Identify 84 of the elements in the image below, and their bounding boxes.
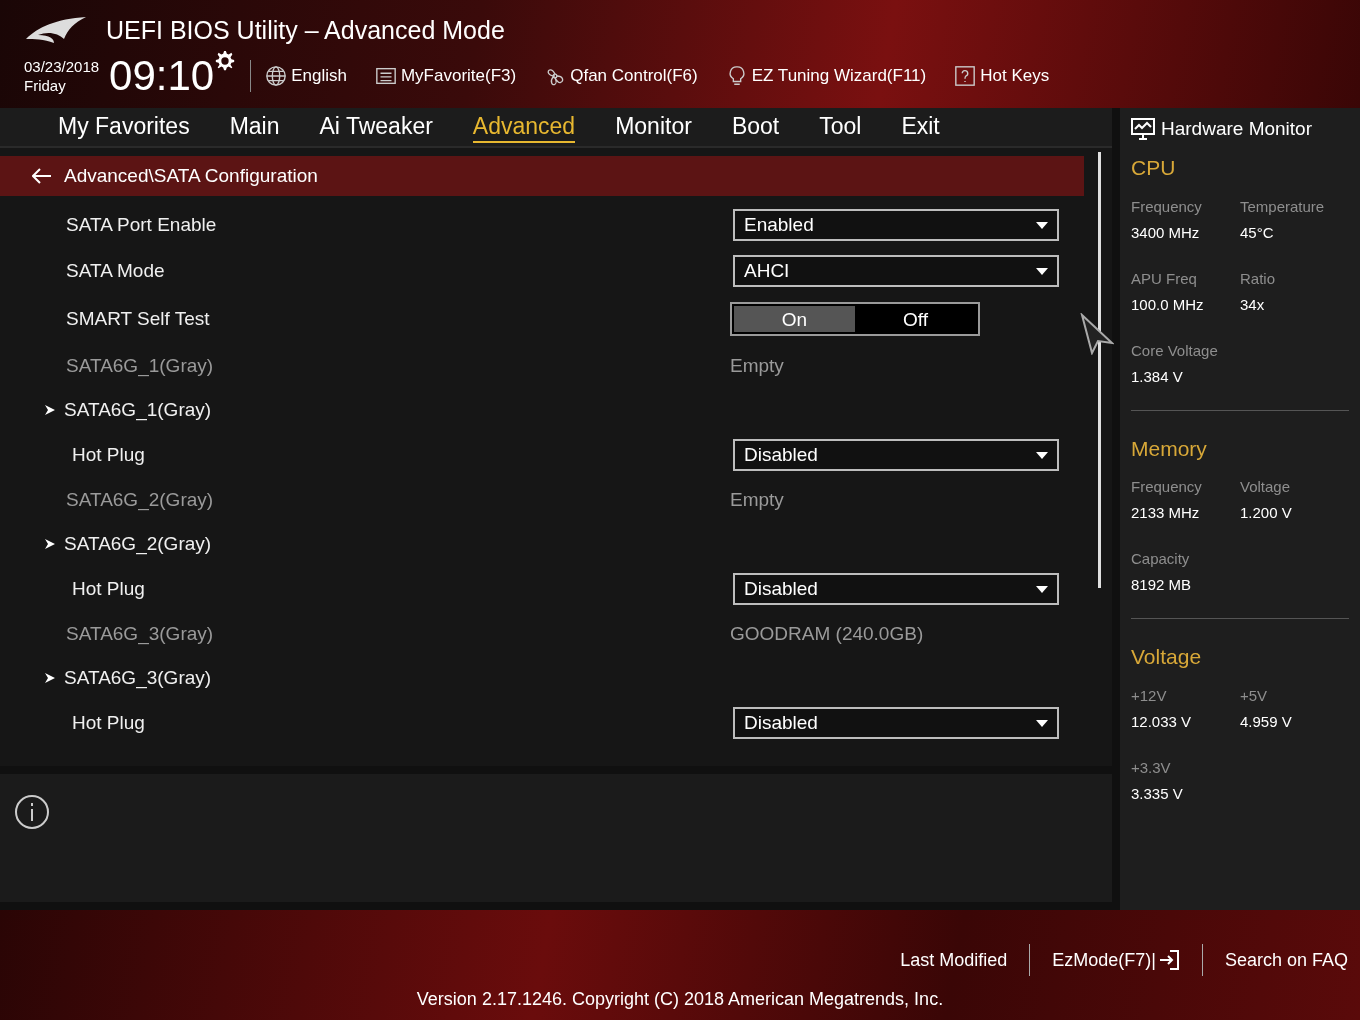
- dropdown-select[interactable]: Disabled: [733, 439, 1059, 471]
- stat-label: Voltage: [1240, 477, 1292, 497]
- settings-icon[interactable]: [214, 49, 237, 72]
- chevron-icon: [44, 538, 56, 550]
- section-title: CPU: [1131, 155, 1177, 181]
- stat-label: Ratio: [1240, 268, 1277, 289]
- stat-label: Core Voltage: [1131, 340, 1219, 361]
- setting-value: GOODRAM (240.0GB): [730, 621, 924, 646]
- stat-value: 100.0 MHz: [1131, 294, 1205, 315]
- dropdown-select[interactable]: AHCI: [733, 255, 1059, 287]
- nav-tab[interactable]: Advanced: [472, 111, 576, 143]
- globe-icon: [265, 64, 288, 87]
- stat-label: +12V: [1131, 685, 1168, 706]
- footer-button[interactable]: Last Modified: [900, 946, 1008, 974]
- stat-value: 8192 MB: [1131, 575, 1193, 595]
- stat-value: 34x: [1240, 294, 1266, 315]
- stat-value: 1.200 V: [1240, 503, 1293, 523]
- setting-label: Hot Plug: [71, 576, 146, 601]
- stat-value: 3.335 V: [1131, 783, 1184, 804]
- back-arrow-icon[interactable]: [32, 168, 52, 184]
- exit-icon: [1157, 949, 1180, 971]
- submenu-item[interactable]: SATA6G_1(Gray): [64, 395, 212, 425]
- nav-tab[interactable]: Exit: [901, 111, 940, 143]
- info-icon: [14, 794, 50, 830]
- stat-value: 3400 MHz: [1131, 222, 1201, 243]
- footer-button[interactable]: Search on FAQ: [1224, 946, 1348, 974]
- stat-label: +3.3V: [1131, 757, 1172, 778]
- dropdown-select[interactable]: Disabled: [733, 573, 1059, 605]
- submenu-item[interactable]: SATA6G_2(Gray): [64, 529, 212, 559]
- setting-label: Hot Plug: [71, 442, 146, 467]
- section-title: Voltage: [1131, 644, 1203, 670]
- toolbar-button[interactable]: English: [265, 62, 347, 89]
- stat-value: 12.033 V: [1131, 711, 1193, 732]
- stat-value: 45°C: [1240, 222, 1275, 243]
- setting-label: SMART Self Test: [65, 306, 211, 331]
- stat-label: Frequency: [1131, 477, 1203, 497]
- dropdown-select[interactable]: Disabled: [733, 707, 1059, 739]
- monitor-icon: [1131, 118, 1155, 140]
- toolbar-button[interactable]: Qfan Control(F6): [544, 62, 698, 89]
- setting-label: SATA6G_1(Gray): [65, 353, 215, 379]
- stat-label: Capacity: [1131, 549, 1191, 569]
- version-text: Version 2.17.1246. Copyright (C) 2018 American Megatrends, Inc.: [416, 988, 944, 1011]
- stat-label: Frequency: [1131, 196, 1203, 217]
- caret-icon: [1036, 221, 1048, 229]
- date-text: 03/23/2018: [24, 56, 100, 76]
- setting-label: SATA6G_2(Gray): [65, 487, 215, 513]
- stat-value: 1.384 V: [1131, 366, 1184, 387]
- setting-label: SATA Port Enable: [65, 212, 218, 237]
- chevron-icon: [44, 672, 56, 684]
- clock-time: 09:10: [109, 53, 215, 98]
- toolbar-button[interactable]: Hot Keys: [954, 62, 1050, 89]
- stat-label: APU Freq: [1131, 268, 1198, 289]
- section-title: Memory: [1131, 435, 1208, 462]
- caret-icon: [1036, 267, 1048, 275]
- setting-value: Empty: [730, 353, 784, 378]
- panel-title: Hardware Monitor: [1161, 116, 1312, 141]
- nav-tab[interactable]: Tool: [819, 111, 862, 143]
- toolbar-button[interactable]: EZ Tuning Wizard(F11): [725, 62, 927, 89]
- nav-tab[interactable]: My Favorites: [58, 111, 190, 143]
- breadcrumb-text: Advanced\SATA Configuration: [64, 163, 318, 188]
- setting-label: Hot Plug: [71, 710, 146, 735]
- chevron-icon: [44, 404, 56, 416]
- setting-label: SATA6G_3(Gray): [65, 621, 215, 647]
- stat-value: 2133 MHz: [1131, 503, 1201, 523]
- dropdown-select[interactable]: Enabled: [733, 209, 1059, 241]
- nav-tab[interactable]: Boot: [731, 111, 780, 143]
- nav-tab[interactable]: Ai Tweaker: [319, 111, 433, 143]
- setting-value: Empty: [730, 487, 784, 512]
- nav-tab[interactable]: Main: [229, 111, 280, 143]
- stat-label: Temperature: [1240, 196, 1326, 217]
- help-icon: [954, 64, 977, 87]
- caret-icon: [1036, 719, 1048, 727]
- caret-icon: [1036, 585, 1048, 593]
- toolbar-button[interactable]: MyFavorite(F3): [374, 62, 517, 89]
- day-text: Friday: [24, 75, 67, 95]
- nav-tab[interactable]: Monitor: [615, 111, 692, 143]
- footer-button[interactable]: EzMode(F7)|: [1052, 946, 1180, 974]
- stat-label: +5V: [1240, 685, 1269, 706]
- window-title: UEFI BIOS Utility – Advanced Mode: [106, 15, 505, 46]
- submenu-item[interactable]: SATA6G_3(Gray): [64, 663, 212, 693]
- caret-icon: [1036, 451, 1048, 459]
- toggle-option[interactable]: On: [734, 306, 855, 332]
- stat-value: 4.959 V: [1240, 711, 1293, 732]
- setting-label: SATA Mode: [65, 258, 166, 283]
